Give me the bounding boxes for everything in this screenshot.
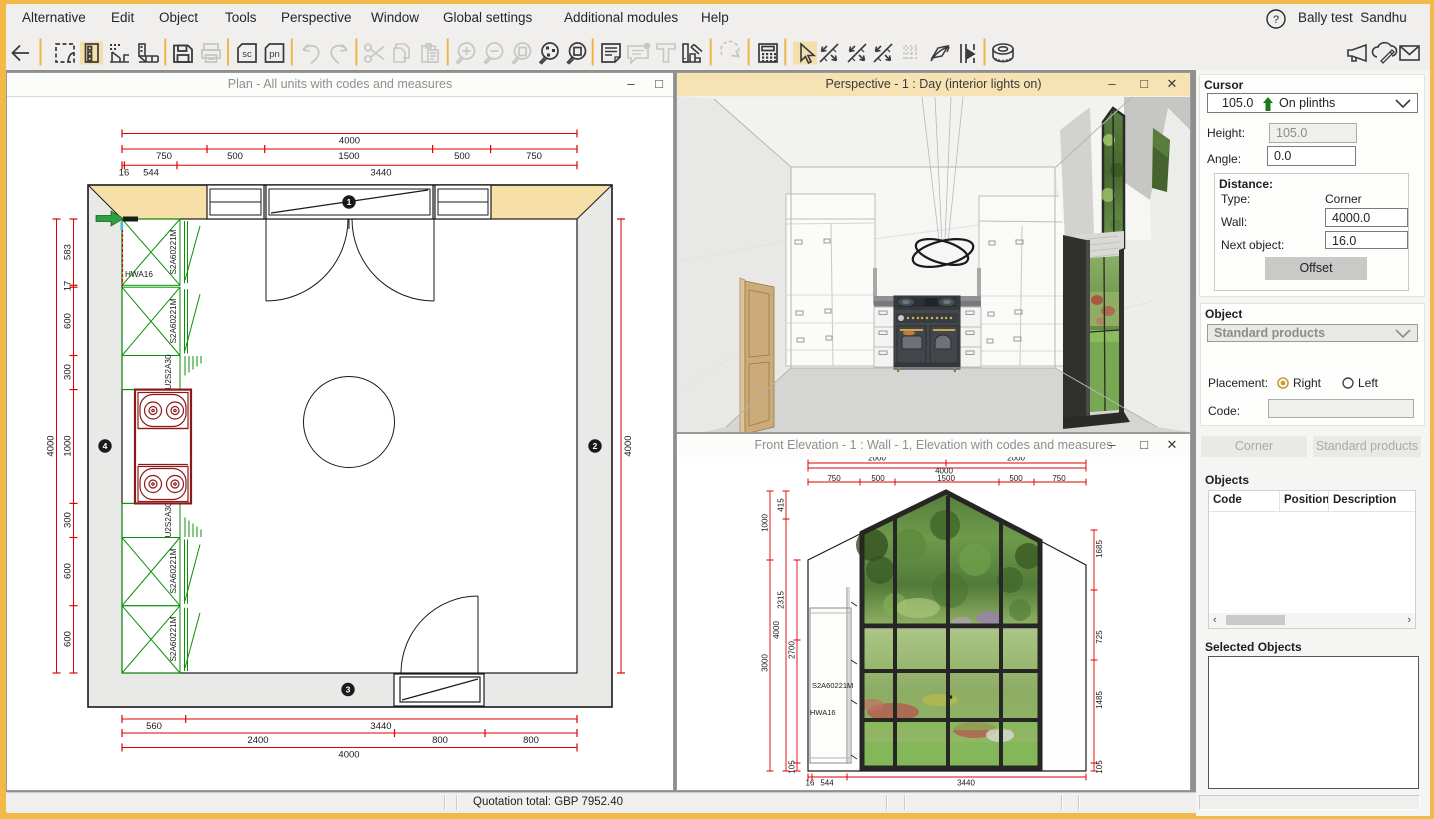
svg-text:2000: 2000 — [868, 457, 886, 463]
svg-text:4000: 4000 — [46, 435, 57, 456]
svg-text:1485: 1485 — [1095, 691, 1104, 709]
svg-text:500: 500 — [1009, 474, 1023, 483]
svg-text:725: 725 — [1095, 630, 1104, 644]
svg-text:pn: pn — [269, 49, 280, 60]
svg-text:2315: 2315 — [777, 591, 786, 609]
svg-text:544: 544 — [143, 167, 159, 178]
svg-text:583: 583 — [63, 244, 74, 260]
svg-text:S2A60221M: S2A60221M — [812, 681, 853, 690]
svg-text:560: 560 — [146, 721, 162, 732]
svg-text:3440: 3440 — [370, 721, 391, 732]
svg-text:S2A60221M: S2A60221M — [169, 616, 178, 661]
svg-text:4000: 4000 — [623, 435, 634, 456]
svg-text:2000: 2000 — [1007, 457, 1025, 463]
svg-text:1500: 1500 — [937, 474, 955, 483]
svg-text:300: 300 — [63, 512, 74, 528]
svg-text:500: 500 — [871, 474, 885, 483]
svg-text:544: 544 — [820, 779, 834, 788]
svg-text:HWA16: HWA16 — [125, 270, 153, 279]
svg-text:500: 500 — [227, 151, 243, 162]
svg-text:U2S2A30: U2S2A30 — [164, 354, 173, 389]
svg-text:3440: 3440 — [957, 779, 975, 788]
svg-text:750: 750 — [827, 474, 841, 483]
svg-text:600: 600 — [63, 313, 74, 329]
svg-text:800: 800 — [523, 735, 539, 746]
svg-text:3440: 3440 — [370, 167, 391, 178]
svg-text:?: ? — [1273, 14, 1279, 26]
svg-text:105: 105 — [788, 760, 797, 774]
svg-text:4: 4 — [103, 441, 108, 451]
svg-text:1000: 1000 — [761, 514, 770, 532]
svg-text:S2A60221M: S2A60221M — [169, 548, 178, 593]
svg-text:2: 2 — [593, 441, 598, 451]
svg-text:3: 3 — [346, 685, 351, 695]
svg-text:300: 300 — [63, 364, 74, 380]
svg-text:2700: 2700 — [788, 641, 797, 659]
svg-text:750: 750 — [1052, 474, 1066, 483]
svg-text:800: 800 — [432, 735, 448, 746]
svg-text:105: 105 — [1095, 760, 1104, 774]
svg-text:600: 600 — [63, 563, 74, 579]
svg-text:750: 750 — [526, 151, 542, 162]
svg-text:1: 1 — [347, 197, 352, 207]
svg-text:3000: 3000 — [761, 654, 770, 672]
svg-text:415: 415 — [777, 498, 786, 512]
svg-text:U2S2A30: U2S2A30 — [164, 502, 173, 537]
svg-text:4000: 4000 — [339, 136, 360, 147]
svg-text:17: 17 — [63, 281, 74, 292]
svg-text:1500: 1500 — [338, 151, 359, 162]
svg-text:4000: 4000 — [338, 750, 359, 761]
svg-text:600: 600 — [63, 631, 74, 647]
svg-text:500: 500 — [454, 151, 470, 162]
svg-text:HWA16: HWA16 — [810, 708, 836, 717]
svg-text:16: 16 — [806, 779, 815, 788]
svg-text:sc: sc — [242, 49, 252, 60]
svg-text:1000: 1000 — [63, 435, 74, 456]
svg-text:S2A60221M: S2A60221M — [169, 298, 178, 343]
svg-text:S2A60221M: S2A60221M — [169, 229, 178, 274]
svg-text:1685: 1685 — [1095, 540, 1104, 558]
svg-text:750: 750 — [156, 151, 172, 162]
svg-text:2400: 2400 — [247, 735, 268, 746]
svg-text:4000: 4000 — [772, 621, 781, 639]
svg-text:16: 16 — [119, 167, 130, 178]
